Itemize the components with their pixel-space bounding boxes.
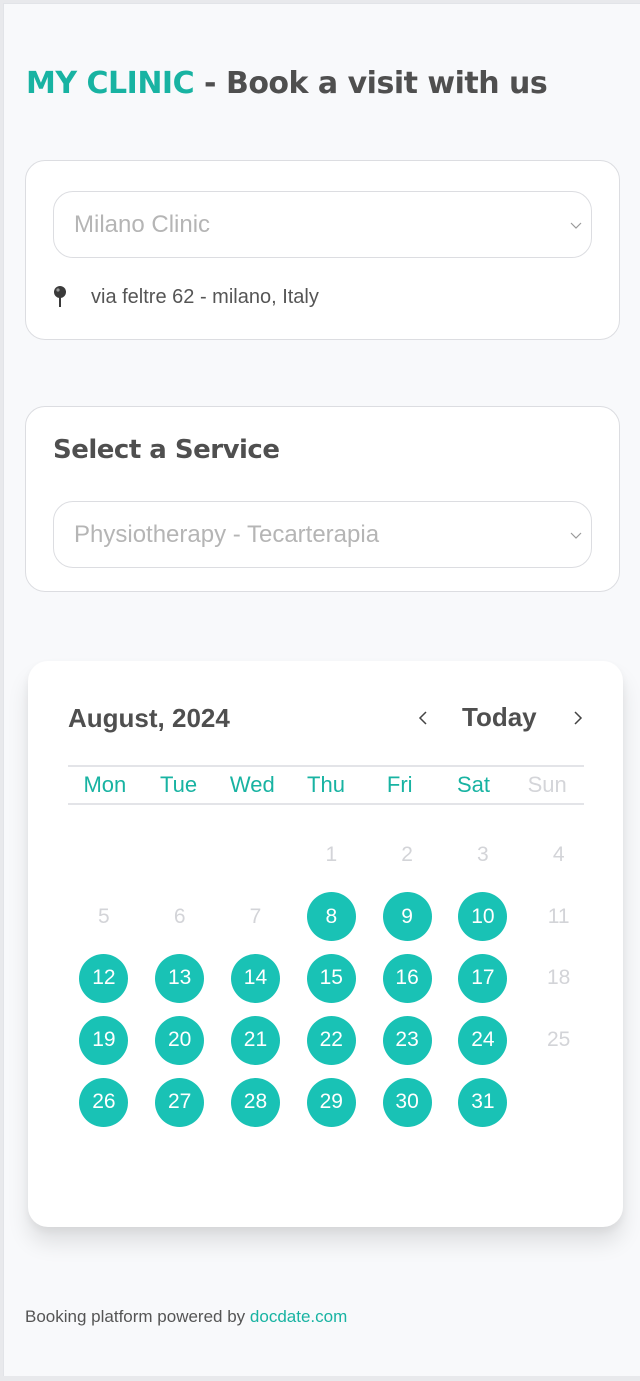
weekday-thu: Thu <box>307 772 345 797</box>
clinic-address: via feltre 62 - milano, Italy <box>53 285 319 309</box>
chevron-down-icon <box>570 222 582 229</box>
day-number[interactable]: 9 <box>382 892 432 942</box>
unavailable-day: 3 <box>445 824 521 886</box>
available-day[interactable]: 16 <box>369 948 445 1010</box>
clinic-select[interactable]: Milano Clinic <box>53 191 592 258</box>
available-day[interactable]: 28 <box>218 1071 294 1133</box>
day-number[interactable]: 22 <box>306 1015 356 1065</box>
unavailable-day: 5 <box>66 886 142 948</box>
available-day[interactable]: 8 <box>293 886 369 948</box>
day-number: 6 <box>173 904 186 928</box>
day-number[interactable]: 23 <box>382 1015 432 1065</box>
available-day[interactable]: 27 <box>142 1071 218 1133</box>
day-number[interactable]: 29 <box>306 1077 356 1127</box>
day-number[interactable]: 24 <box>458 1015 508 1065</box>
day-number: 1 <box>325 842 338 866</box>
day-number[interactable]: 8 <box>306 892 356 942</box>
day-number: 7 <box>249 904 262 928</box>
service-card: Select a Service Physiotherapy - Tecarte… <box>25 406 620 592</box>
clinic-card: Milano Clinic via feltre 62 - milano, It… <box>25 160 620 340</box>
unavailable-day: 7 <box>218 886 294 948</box>
unavailable-day: 25 <box>521 1009 597 1071</box>
page: MY CLINIC - Book a visit with us Milano … <box>3 3 640 1376</box>
day-number[interactable]: 19 <box>79 1015 129 1065</box>
unavailable-day: 1 <box>293 824 369 886</box>
weekday-header: Mon Tue Wed Thu Fri Sat Sun <box>68 765 584 805</box>
service-select-value: Physiotherapy - Tecarterapia <box>74 520 380 548</box>
available-day[interactable]: 20 <box>142 1009 218 1071</box>
available-day[interactable]: 14 <box>218 948 294 1010</box>
day-number[interactable]: 20 <box>155 1015 205 1065</box>
map-pin-icon <box>54 286 66 307</box>
day-number[interactable]: 21 <box>230 1015 280 1065</box>
chevron-down-icon <box>570 532 582 539</box>
available-day[interactable]: 31 <box>445 1071 521 1133</box>
unavailable-day: 2 <box>369 824 445 886</box>
available-day[interactable]: 29 <box>293 1071 369 1133</box>
clinic-address-text: via feltre 62 - milano, Italy <box>91 285 319 308</box>
service-heading: Select a Service <box>53 435 280 465</box>
day-number[interactable]: 26 <box>79 1077 129 1127</box>
day-number: 5 <box>98 904 110 928</box>
available-day[interactable]: 26 <box>66 1071 142 1133</box>
unavailable-day: 11 <box>521 886 597 948</box>
docdate-link[interactable]: docdate.com <box>250 1307 347 1326</box>
empty-day-cell <box>218 824 294 886</box>
weekday-sat: Sat <box>456 772 490 797</box>
weekday-wed: Wed <box>229 772 275 797</box>
available-day[interactable]: 15 <box>293 948 369 1010</box>
day-number: 2 <box>401 842 413 866</box>
available-day[interactable]: 22 <box>293 1009 369 1071</box>
available-day[interactable]: 19 <box>66 1009 142 1071</box>
weekday-tue: Tue <box>160 772 198 797</box>
page-title: MY CLINIC - Book a visit with us <box>26 66 548 101</box>
day-number[interactable]: 27 <box>155 1077 205 1127</box>
available-day[interactable]: 9 <box>369 886 445 948</box>
calendar-day-grid: 1 2 3 4 5 6 7 8 9 10 11 12 13 14 15 16 17 18 19 20 21 22 23 24 2… <box>66 824 597 1133</box>
day-number[interactable]: 16 <box>382 953 432 1003</box>
day-number[interactable]: 31 <box>458 1077 508 1127</box>
weekday-sun: Sun <box>527 772 567 797</box>
day-number[interactable]: 13 <box>155 953 205 1003</box>
calendar: August, 2024 Today Mon Tue Wed Thu Fri Sat Sun… <box>28 661 623 1227</box>
unavailable-day: 4 <box>521 824 597 886</box>
unavailable-day: 6 <box>142 886 218 948</box>
day-number[interactable]: 15 <box>306 953 356 1003</box>
available-day[interactable]: 10 <box>445 886 521 948</box>
footer: Booking platform powered by docdate.com <box>25 1307 347 1327</box>
footer-text: Booking platform powered by <box>25 1307 250 1326</box>
available-day[interactable]: 21 <box>218 1009 294 1071</box>
day-number[interactable]: 28 <box>230 1077 280 1127</box>
day-number[interactable]: 12 <box>79 953 129 1003</box>
day-number[interactable]: 30 <box>382 1077 432 1127</box>
available-day[interactable]: 12 <box>66 948 142 1010</box>
day-number: 3 <box>477 842 489 866</box>
day-number: 25 <box>546 1028 571 1052</box>
weekday-fri: Fri <box>386 772 413 797</box>
chevron-right-icon[interactable] <box>571 709 585 727</box>
today-button[interactable]: Today <box>462 702 537 733</box>
day-number[interactable]: 14 <box>230 953 280 1003</box>
empty-day-cell <box>66 824 142 886</box>
available-day[interactable]: 24 <box>445 1009 521 1071</box>
weekday-mon: Mon <box>83 772 127 797</box>
calendar-month-label: August, 2024 <box>68 703 230 733</box>
page-subtitle: - Book a visit with us <box>194 66 548 101</box>
day-number: 4 <box>552 842 565 866</box>
available-day[interactable]: 30 <box>369 1071 445 1133</box>
service-select[interactable]: Physiotherapy - Tecarterapia <box>53 501 592 568</box>
day-number[interactable]: 17 <box>458 953 508 1003</box>
day-number[interactable]: 10 <box>458 892 508 942</box>
day-number: 18 <box>546 966 571 990</box>
day-number: 11 <box>547 904 570 928</box>
unavailable-day: 18 <box>521 948 597 1010</box>
clinic-select-value: Milano Clinic <box>74 210 211 238</box>
chevron-left-icon[interactable] <box>416 709 430 727</box>
available-day[interactable]: 17 <box>445 948 521 1010</box>
empty-day-cell <box>142 824 218 886</box>
brand-name: MY CLINIC <box>26 66 195 101</box>
available-day[interactable]: 23 <box>369 1009 445 1071</box>
available-day[interactable]: 13 <box>142 948 218 1010</box>
